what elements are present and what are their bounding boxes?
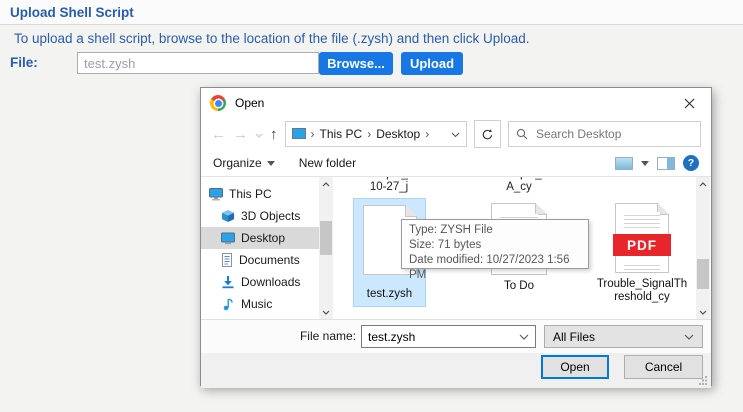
chevron-down-icon xyxy=(267,161,275,166)
file-name-label[interactable]: Trouble_SignalTh reshold_cy xyxy=(587,278,696,304)
chevron-down-icon xyxy=(684,334,694,340)
scroll-up-icon[interactable] xyxy=(696,177,710,191)
scroll-down-icon[interactable] xyxy=(696,305,710,319)
file-name-combobox[interactable]: test.zysh xyxy=(361,325,536,348)
file-field-label: File: xyxy=(10,55,38,70)
up-icon[interactable]: ↑ xyxy=(270,127,278,142)
3d-objects-icon xyxy=(221,209,235,223)
cancel-button[interactable]: Cancel xyxy=(624,355,703,379)
tooltip-date-modified: Date modified: 10/27/2023 1:56 PM xyxy=(409,253,581,283)
file-list: shellscripts_2023 10-27_j shellscripts_T… xyxy=(333,177,696,319)
sidebar-item-3d-objects[interactable]: 3D Objects xyxy=(201,205,319,227)
dialog-footer: File name: test.zysh All Files Open Canc… xyxy=(201,319,711,388)
scrollbar-thumb[interactable] xyxy=(320,221,332,255)
preview-pane-icon[interactable] xyxy=(657,157,675,170)
chrome-icon xyxy=(210,95,226,111)
open-file-dialog: Open ← → ↑ › This PC › Desktop › xyxy=(200,87,712,386)
music-icon xyxy=(221,297,235,311)
search-input[interactable] xyxy=(534,126,693,142)
dialog-title: Open xyxy=(235,96,264,110)
instructions-text: To upload a shell script, browse to the … xyxy=(14,31,530,46)
organize-label: Organize xyxy=(213,156,262,170)
sidebar-item-label: 3D Objects xyxy=(241,209,300,223)
back-icon[interactable]: ← xyxy=(211,127,226,142)
sidebar-scrollbar[interactable] xyxy=(319,177,333,319)
file-item-clipped[interactable]: shellscripts_2023 10-27_j xyxy=(334,177,444,194)
sidebar-item-label: Music xyxy=(241,297,272,311)
search-box[interactable] xyxy=(508,121,701,147)
help-icon[interactable]: ? xyxy=(683,155,699,171)
browse-button[interactable]: Browse... xyxy=(319,52,393,75)
sidebar: This PC 3D Objects Desktop xyxy=(201,177,319,319)
breadcrumb[interactable]: › This PC › Desktop › xyxy=(285,121,468,147)
breadcrumb-separator-icon: › xyxy=(311,127,315,141)
dialog-body: This PC 3D Objects Desktop xyxy=(201,177,711,319)
search-icon xyxy=(516,128,528,140)
new-folder-button[interactable]: New folder xyxy=(299,156,356,170)
organize-button[interactable]: Organize xyxy=(213,156,275,170)
file-name-clipped-top: test xyxy=(586,177,696,181)
tooltip-size: Size: 71 bytes xyxy=(409,238,581,253)
sidebar-item-label: Downloads xyxy=(241,275,300,289)
view-thumbnails-icon[interactable] xyxy=(615,157,633,170)
sidebar-item-label: Desktop xyxy=(241,231,285,245)
forward-icon[interactable]: → xyxy=(233,127,248,142)
open-button[interactable]: Open xyxy=(541,355,609,379)
file-name-field-label: File name: xyxy=(291,329,356,343)
file-name-clipped-bottom: A_cy xyxy=(464,181,574,194)
file-item-clipped[interactable]: shellscripts_TW A_cy xyxy=(464,177,574,194)
file-type-select[interactable]: All Files xyxy=(544,325,703,348)
file-name-line2: reshold_cy xyxy=(587,291,696,304)
resize-grip-icon[interactable] xyxy=(699,376,708,385)
file-list-scrollbar[interactable] xyxy=(696,177,710,319)
sidebar-item-documents[interactable]: Documents xyxy=(201,249,319,271)
file-name-clipped-bottom: 10-27_j xyxy=(334,181,444,194)
file-name-label: test.zysh xyxy=(354,288,425,301)
chevron-down-icon[interactable] xyxy=(451,127,460,141)
breadcrumb-separator-icon: › xyxy=(367,127,371,141)
view-dropdown-icon[interactable] xyxy=(641,161,649,166)
screen: Upload Shell Script To upload a shell sc… xyxy=(0,0,743,412)
dialog-titlebar[interactable]: Open xyxy=(201,88,711,118)
this-pc-icon xyxy=(209,188,223,201)
file-path-input[interactable] xyxy=(77,52,319,74)
dialog-toolbar: Organize New folder ? xyxy=(201,150,711,177)
file-name-value: test.zysh xyxy=(368,330,519,344)
new-folder-label: New folder xyxy=(299,156,356,170)
history-chevron-icon[interactable] xyxy=(255,127,263,141)
dialog-nav-row: ← → ↑ › This PC › Desktop › xyxy=(201,118,711,150)
location-monitor-icon xyxy=(292,128,306,140)
upload-button[interactable]: Upload xyxy=(401,52,463,75)
documents-icon xyxy=(221,253,233,267)
breadcrumb-this-pc[interactable]: This PC xyxy=(320,127,363,141)
scrollbar-thumb[interactable] xyxy=(697,259,709,289)
sidebar-item-music[interactable]: Music xyxy=(201,293,319,315)
breadcrumb-separator-icon: › xyxy=(425,127,429,141)
desktop-icon xyxy=(221,232,235,245)
file-tooltip: Type: ZYSH File Size: 71 bytes Date modi… xyxy=(401,219,589,269)
sidebar-item-label: This PC xyxy=(229,187,272,201)
scroll-up-icon[interactable] xyxy=(319,177,333,191)
refresh-icon[interactable] xyxy=(474,120,501,148)
breadcrumb-desktop[interactable]: Desktop xyxy=(376,127,420,141)
sidebar-item-this-pc[interactable]: This PC xyxy=(201,183,319,205)
file-name-line1: Trouble_SignalTh xyxy=(587,278,696,291)
close-icon[interactable] xyxy=(676,92,702,114)
sidebar-item-desktop[interactable]: Desktop xyxy=(201,227,333,249)
sidebar-item-downloads[interactable]: Downloads xyxy=(201,271,319,293)
page-title: Upload Shell Script xyxy=(10,5,134,20)
file-item-clipped[interactable]: test xyxy=(586,177,696,181)
file-type-value: All Files xyxy=(553,330,684,344)
pdf-badge: PDF xyxy=(613,234,671,256)
pdf-icon[interactable]: PDF xyxy=(615,203,669,273)
scroll-down-icon[interactable] xyxy=(319,305,333,319)
downloads-icon xyxy=(221,275,235,289)
sidebar-item-label: Documents xyxy=(239,253,300,267)
tooltip-type: Type: ZYSH File xyxy=(409,223,581,238)
chevron-down-icon xyxy=(519,334,529,340)
